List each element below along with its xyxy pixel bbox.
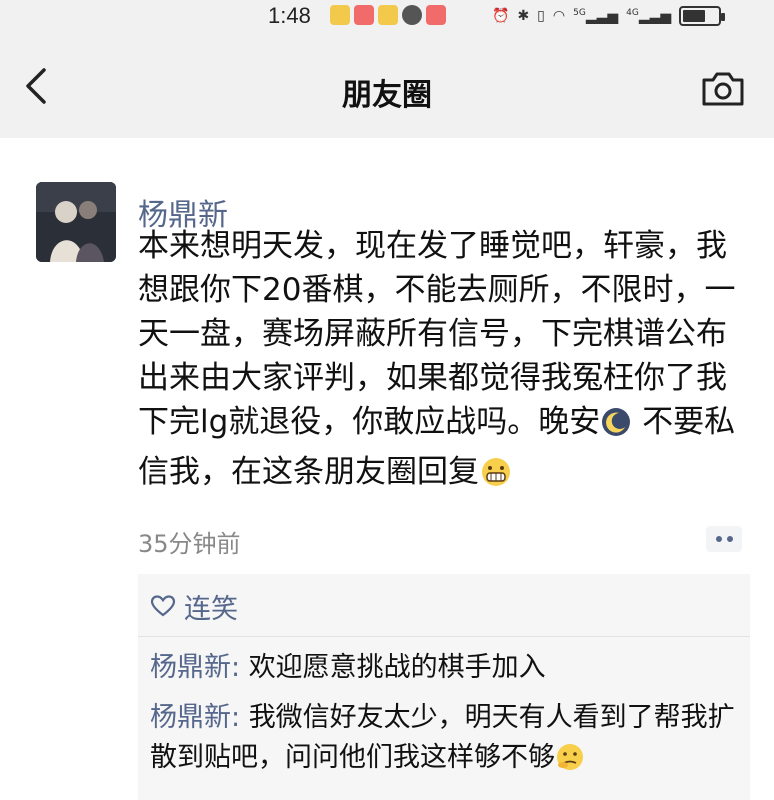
moon-emoji-icon: [600, 406, 632, 450]
moments-post: 杨鼎新 本来想明天发，现在发了睡觉吧，轩豪，我想跟你下20番棋，不能去厕所，不限…: [0, 138, 774, 800]
comment-item[interactable]: 杨鼎新: 欢迎愿意挑战的棋手加入: [150, 648, 740, 688]
app-notification-icon: [378, 5, 398, 25]
divider: [138, 636, 750, 637]
avatar[interactable]: [36, 182, 116, 262]
grin-emoji-icon: [479, 456, 513, 500]
status-bar: 1:48 ⏰ ✱ ▯ ◠ 5G▂▃▅ 4G▂▃▅: [0, 0, 774, 34]
app-notification-icon: [354, 5, 374, 25]
bluetooth-icon: ✱: [517, 8, 530, 24]
comment-author[interactable]: 杨鼎新: [150, 702, 231, 733]
comment-author[interactable]: 杨鼎新: [150, 652, 231, 683]
post-text-goodnight: 晚安: [538, 404, 601, 440]
camera-button[interactable]: [700, 70, 746, 108]
battery-icon: [679, 6, 726, 26]
signal-icon: 5G▂▃▅: [573, 7, 619, 25]
app-notification-icon: [426, 5, 446, 25]
camera-icon: [702, 72, 744, 106]
thinking-emoji-icon: [555, 742, 585, 784]
vibrate-icon: ▯: [537, 8, 545, 24]
dot-icon: [726, 536, 733, 542]
comment-item[interactable]: 杨鼎新: 我微信好友太少，明天有人看到了帮我扩散到贴吧，问问他们我这样够不够: [150, 698, 740, 784]
wifi-icon: ◠: [552, 8, 566, 24]
comment-separator: :: [231, 652, 249, 683]
post-content: 本来想明天发，现在发了睡觉吧，轩豪，我想跟你下20番棋，不能去厕所，不限时，一天…: [138, 224, 750, 500]
comment-text: 欢迎愿意挑战的棋手加入: [248, 652, 546, 683]
heart-outline-icon: [150, 595, 176, 617]
app-notification-icon: [402, 5, 422, 25]
post-timestamp: 35分钟前: [138, 530, 241, 558]
app-notification-icon: [330, 5, 350, 25]
notification-icons: [330, 5, 446, 25]
page-title: 朋友圈: [342, 78, 432, 113]
dot-icon: [715, 536, 722, 542]
likes-comments-box: 连笑 杨鼎新: 欢迎愿意挑战的棋手加入 杨鼎新: 我微信好友太少，明天有人看到了…: [138, 574, 750, 800]
system-status-icons: ⏰ ✱ ▯ ◠ 5G▂▃▅ 4G▂▃▅: [492, 6, 726, 26]
comment-separator: :: [231, 702, 249, 733]
status-time: 1:48: [268, 3, 311, 28]
nav-bar: 朋友圈: [0, 34, 774, 138]
likes-row: 连笑: [150, 586, 238, 626]
signal-icon: 4G▂▃▅: [626, 7, 672, 25]
alarm-icon: ⏰: [492, 8, 510, 24]
avatar-image: [36, 182, 116, 262]
like-user-name[interactable]: 连笑: [184, 587, 238, 626]
more-actions-button[interactable]: [706, 526, 742, 552]
